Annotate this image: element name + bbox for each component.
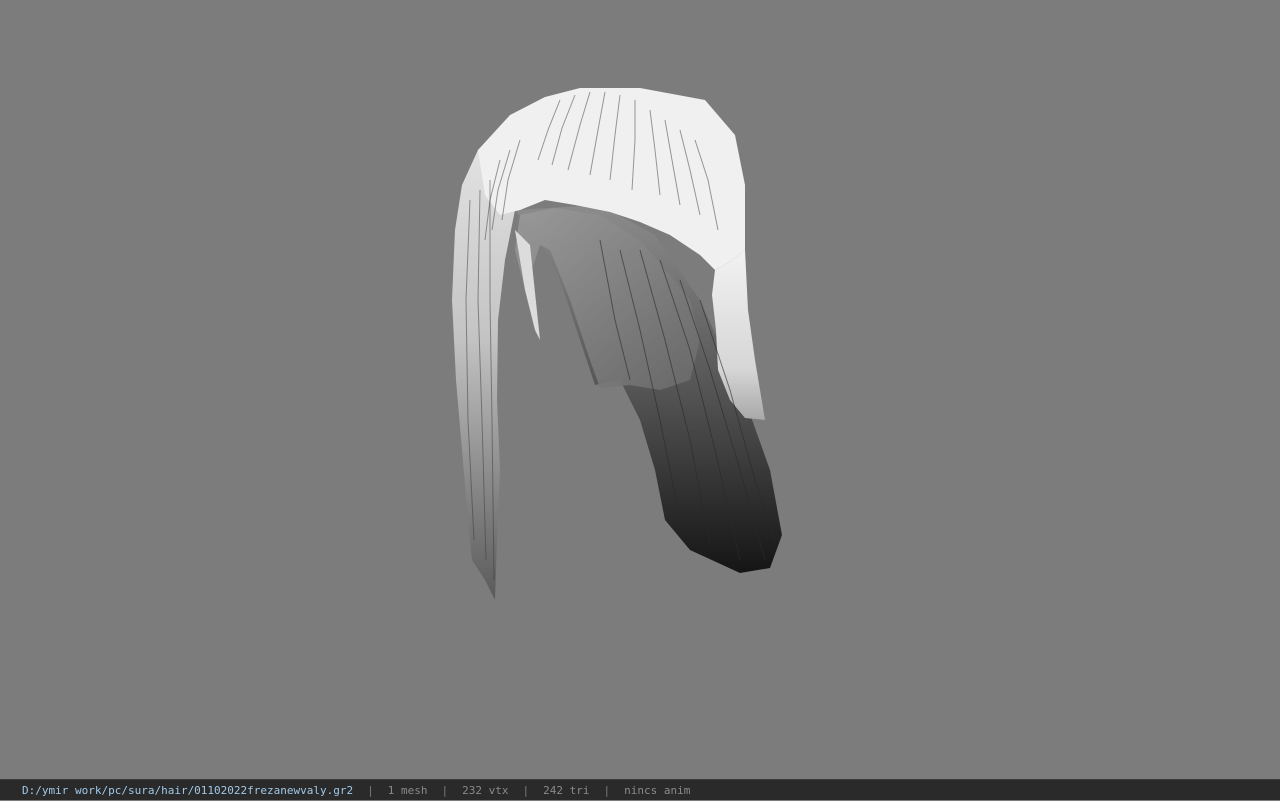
vertex-count: 232 vtx xyxy=(462,783,509,797)
separator: | xyxy=(441,783,449,797)
status-bar: D:/ymir work/pc/sura/hair/01102022frezan… xyxy=(0,779,1280,800)
separator: | xyxy=(522,783,530,797)
separator: | xyxy=(603,783,611,797)
triangle-count: 242 tri xyxy=(543,783,590,797)
3d-viewport[interactable] xyxy=(0,0,1280,779)
mesh-count: 1 mesh xyxy=(387,783,428,797)
hair-mesh-icon[interactable] xyxy=(0,0,1280,779)
separator: | xyxy=(367,783,374,797)
animation-status: nincs anim xyxy=(624,783,691,797)
file-path: D:/ymir work/pc/sura/hair/01102022frezan… xyxy=(22,783,354,797)
